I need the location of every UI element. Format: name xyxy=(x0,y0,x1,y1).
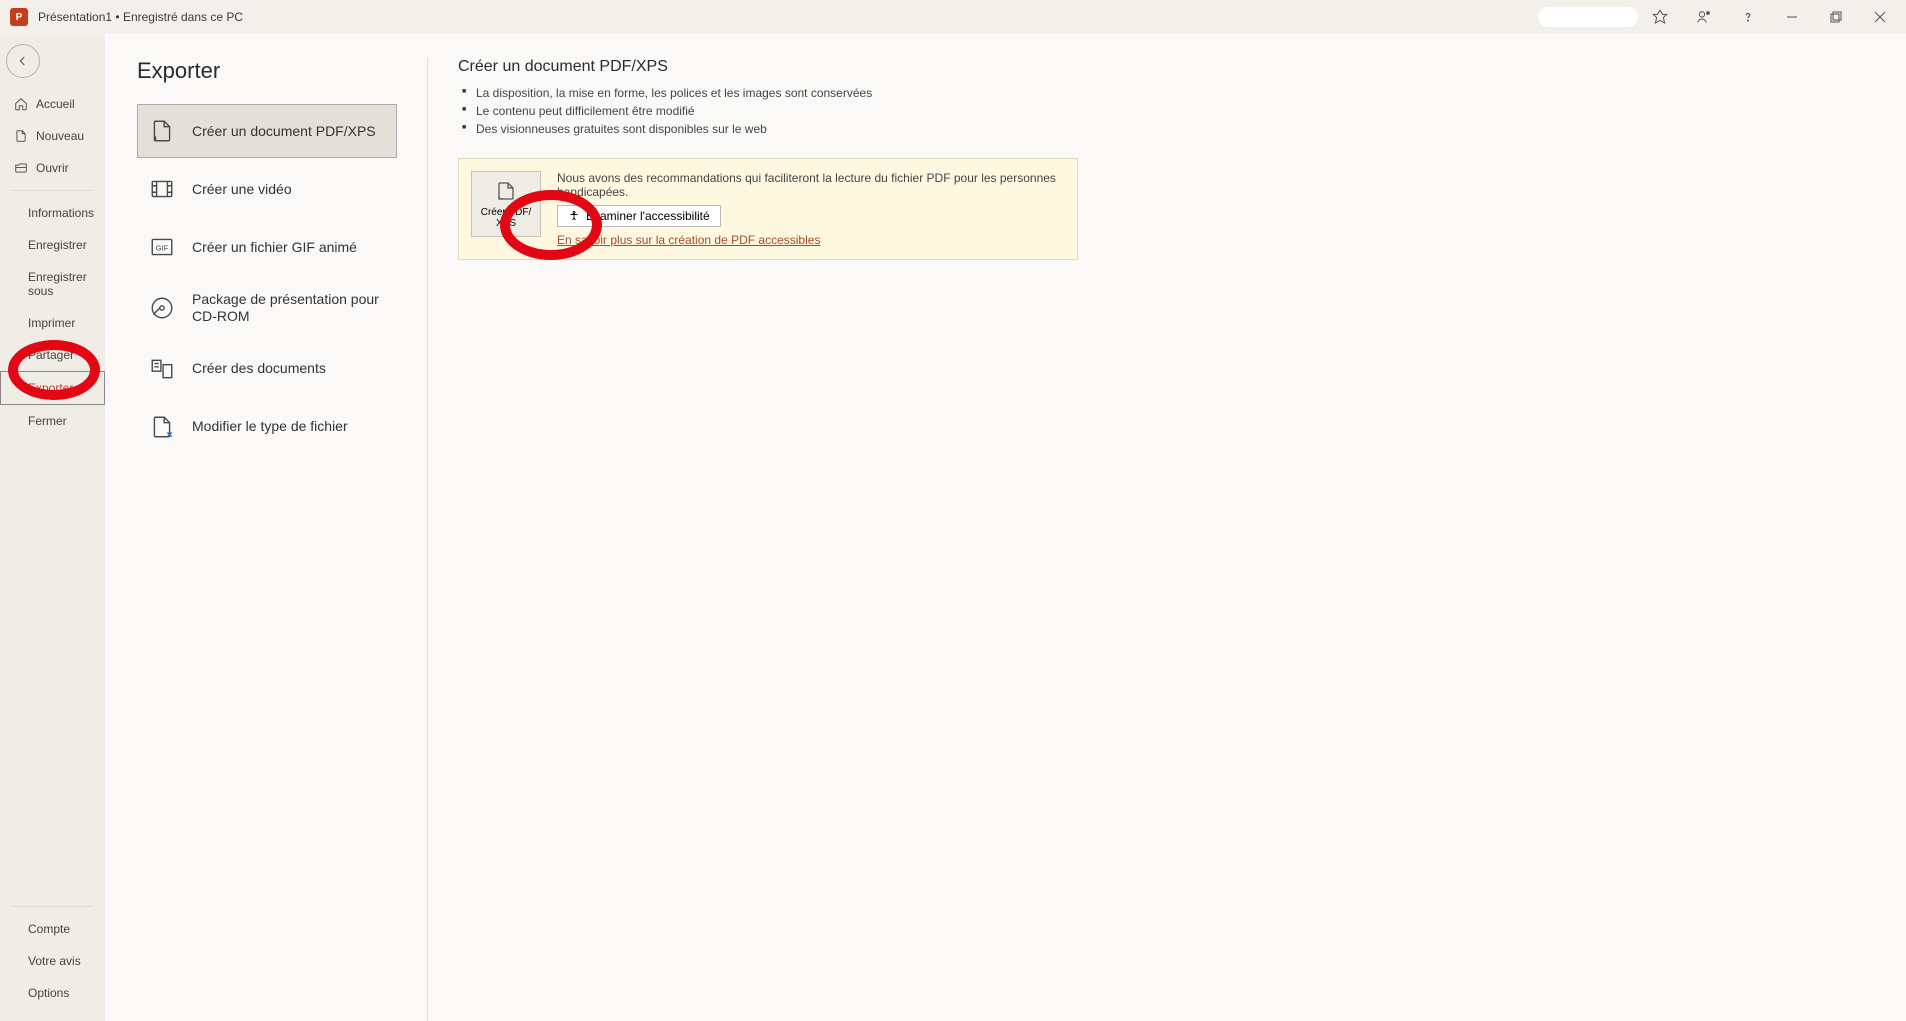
sidebar-item-feedback[interactable]: Votre avis xyxy=(0,945,105,977)
sidebar-item-share[interactable]: Partager xyxy=(0,339,105,371)
sidebar-label: Ouvrir xyxy=(36,161,69,175)
examine-accessibility-button[interactable]: Examiner l'accessibilité xyxy=(557,205,721,227)
detail-bullet: Des visionneuses gratuites sont disponib… xyxy=(476,120,1866,138)
export-option-label: Créer des documents xyxy=(192,360,326,377)
minimize-button[interactable] xyxy=(1770,0,1814,34)
maximize-button[interactable] xyxy=(1814,0,1858,34)
handouts-icon xyxy=(148,355,176,383)
info-text: Nous avons des recommandations qui facil… xyxy=(557,171,1061,199)
sidebar-item-export[interactable]: Exporter xyxy=(0,371,105,405)
sidebar-label: Imprimer xyxy=(28,316,75,330)
info-body: Nous avons des recommandations qui facil… xyxy=(557,171,1061,247)
detail-heading: Créer un document PDF/XPS xyxy=(458,58,1866,76)
sidebar-label: Votre avis xyxy=(28,954,81,968)
sidebar-item-saveas[interactable]: Enregistrer sous xyxy=(0,261,105,307)
filetype-icon xyxy=(148,413,176,441)
powerpoint-icon: P xyxy=(10,8,28,26)
learn-more-link[interactable]: En savoir plus sur la création de PDF ac… xyxy=(557,233,820,247)
sidebar-label: Compte xyxy=(28,922,70,936)
premium-icon[interactable] xyxy=(1638,0,1682,34)
gif-icon: GIF xyxy=(148,233,176,261)
sidebar-label: Accueil xyxy=(36,97,75,111)
sidebar-item-new[interactable]: Nouveau xyxy=(0,120,105,152)
export-option-gif[interactable]: GIF Créer un fichier GIF animé xyxy=(137,220,397,274)
detail-bullet: Le contenu peut difficilement être modif… xyxy=(476,102,1866,120)
sidebar-label: Exporter xyxy=(28,381,73,395)
sidebar-bottom: Compte Votre avis Options xyxy=(0,913,105,1021)
video-icon xyxy=(148,175,176,203)
sidebar: Accueil Nouveau Ouvrir Informations Enre… xyxy=(0,34,105,1021)
sidebar-divider xyxy=(12,906,93,907)
close-button[interactable] xyxy=(1858,0,1902,34)
doc-name: Présentation1 xyxy=(38,10,112,24)
new-icon xyxy=(14,129,28,143)
back-button[interactable] xyxy=(6,44,40,78)
accessibility-info-box: Créer PDF/ XPS Nous avons des recommanda… xyxy=(458,158,1078,260)
left-column: Exporter Créer un document PDF/XPS Créer… xyxy=(137,58,427,1021)
sidebar-item-open[interactable]: Ouvrir xyxy=(0,152,105,184)
export-option-label: Créer un document PDF/XPS xyxy=(192,123,376,140)
sidebar-item-home[interactable]: Accueil xyxy=(0,88,105,120)
sidebar-label: Enregistrer xyxy=(28,238,87,252)
sidebar-item-print[interactable]: Imprimer xyxy=(0,307,105,339)
title-left: P Présentation1 • Enregistré dans ce PC xyxy=(4,8,243,26)
export-option-label: Modifier le type de fichier xyxy=(192,418,348,435)
content: Exporter Créer un document PDF/XPS Créer… xyxy=(105,34,1906,1021)
sidebar-label: Fermer xyxy=(28,414,67,428)
detail-bullets: La disposition, la mise en forme, les po… xyxy=(458,84,1866,138)
export-option-list: Créer un document PDF/XPS Créer une vidé… xyxy=(137,104,397,454)
cdrom-icon xyxy=(148,294,176,322)
pdf-icon xyxy=(148,117,176,145)
sidebar-label: Nouveau xyxy=(36,129,84,143)
save-state: Enregistré dans ce PC xyxy=(123,10,243,24)
export-option-video[interactable]: Créer une vidéo xyxy=(137,162,397,216)
titlebar: P Présentation1 • Enregistré dans ce PC xyxy=(0,0,1906,34)
open-icon xyxy=(14,161,28,175)
sidebar-divider xyxy=(12,190,93,191)
export-option-cdrom[interactable]: Package de présentation pour CD-ROM xyxy=(137,278,397,338)
sidebar-item-info[interactable]: Informations xyxy=(0,197,105,229)
sidebar-item-options[interactable]: Options xyxy=(0,977,105,1009)
export-pdf-icon xyxy=(493,180,519,204)
accessibility-icon xyxy=(568,210,580,222)
create-pdf-label2: XPS xyxy=(496,218,516,229)
create-pdf-button[interactable]: Créer PDF/ XPS xyxy=(471,171,541,237)
export-option-label: Package de présentation pour CD-ROM xyxy=(192,291,386,325)
user-badge[interactable] xyxy=(1538,7,1638,27)
doc-title: Présentation1 • Enregistré dans ce PC xyxy=(38,10,243,24)
export-option-filetype[interactable]: Modifier le type de fichier xyxy=(137,400,397,454)
main: Accueil Nouveau Ouvrir Informations Enre… xyxy=(0,34,1906,1021)
sidebar-item-account[interactable]: Compte xyxy=(0,913,105,945)
help-icon[interactable] xyxy=(1726,0,1770,34)
create-pdf-label1: Créer PDF/ xyxy=(481,207,532,218)
svg-text:GIF: GIF xyxy=(156,243,169,252)
notifications-icon[interactable] xyxy=(1682,0,1726,34)
sidebar-label: Informations xyxy=(28,206,94,220)
sidebar-label: Options xyxy=(28,986,69,1000)
sidebar-item-close[interactable]: Fermer xyxy=(0,405,105,437)
export-option-label: Créer un fichier GIF animé xyxy=(192,239,357,256)
sidebar-label: Enregistrer sous xyxy=(28,270,105,298)
page-title: Exporter xyxy=(137,58,427,84)
detail-bullet: La disposition, la mise en forme, les po… xyxy=(476,84,1866,102)
sidebar-item-save[interactable]: Enregistrer xyxy=(0,229,105,261)
home-icon xyxy=(14,97,28,111)
export-option-label: Créer une vidéo xyxy=(192,181,292,198)
sidebar-label: Partager xyxy=(28,348,74,362)
examine-label: Examiner l'accessibilité xyxy=(586,209,710,223)
export-option-handouts[interactable]: Créer des documents xyxy=(137,342,397,396)
detail-pane: Créer un document PDF/XPS La disposition… xyxy=(427,58,1906,1021)
export-option-pdf[interactable]: Créer un document PDF/XPS xyxy=(137,104,397,158)
title-right xyxy=(1538,0,1902,34)
